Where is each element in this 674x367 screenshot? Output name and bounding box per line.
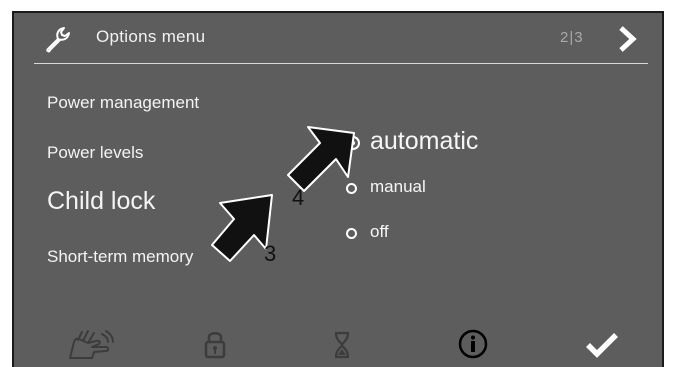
page-title: Options menu	[96, 27, 206, 46]
menu-item-power-management[interactable]: Power management	[47, 93, 199, 113]
chevron-right-icon[interactable]	[616, 26, 638, 52]
wrench-icon[interactable]	[44, 25, 72, 53]
option-label: automatic	[370, 127, 479, 155]
menu-item-power-levels[interactable]: Power levels	[47, 143, 143, 163]
options-screen: Options menu 2|3 Power management Power …	[12, 11, 664, 367]
option-label: off	[370, 222, 389, 241]
radio-icon[interactable]	[346, 228, 357, 239]
menu-item-short-term-memory[interactable]: Short-term memory	[47, 247, 193, 267]
hand-icon[interactable]	[66, 328, 116, 360]
header-bar: Options menu 2|3	[14, 13, 662, 63]
lock-icon[interactable]	[204, 329, 226, 359]
option-label: manual	[370, 177, 426, 196]
header-divider	[34, 63, 648, 64]
callout-number-3: 3	[264, 241, 277, 266]
page-indicator: 2|3	[560, 29, 584, 46]
menu-item-child-lock[interactable]: Child lock	[47, 187, 155, 216]
callout-number-4: 4	[292, 185, 305, 210]
checkmark-icon[interactable]	[585, 331, 619, 359]
info-icon[interactable]	[458, 329, 488, 359]
hourglass-icon[interactable]	[333, 331, 351, 359]
